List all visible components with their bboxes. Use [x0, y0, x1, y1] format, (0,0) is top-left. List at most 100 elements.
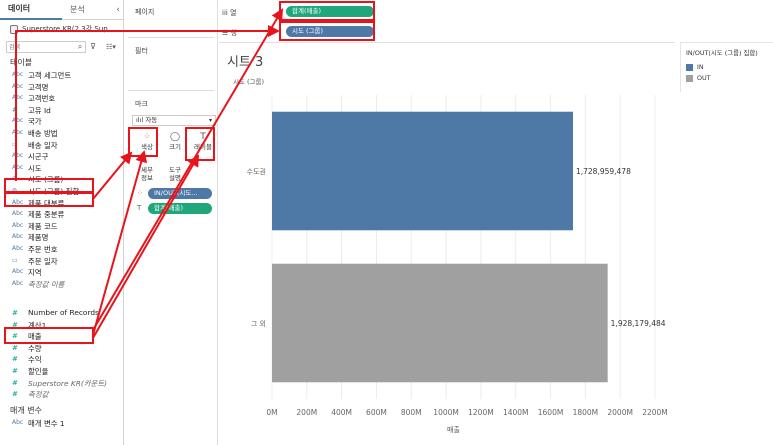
field-item[interactable]: # Number of Records [4, 308, 122, 320]
shelves-column: 페이지 필터 마크 ılıl 자동 ▾ ⁘ 색상 ◯ 크기 T 레이블 세부 정… [124, 0, 218, 445]
text-label-icon: T [137, 204, 142, 212]
field-name: Superstore KR(카운트) [28, 378, 108, 388]
marks-title: 마크 [135, 100, 148, 108]
marks-type-dropdown[interactable]: ılıl 자동 ▾ [132, 115, 216, 126]
field-type-icon: Abc [12, 71, 24, 78]
field-name: 국가 [28, 117, 42, 127]
x-tick-label: 1200M [468, 408, 494, 417]
x-tick-label: 1600M [538, 408, 564, 417]
field-item[interactable]: Abc 제품명 [4, 232, 122, 244]
field-item[interactable]: # 수량 [4, 343, 122, 355]
field-item[interactable]: # 수익 [4, 354, 122, 366]
filters-title: 필터 [135, 47, 148, 55]
color-dots-icon: ⁘ [137, 189, 143, 197]
tab-analysis[interactable]: 분석 [62, 0, 112, 20]
field-name: 고객번호 [28, 94, 56, 104]
legend-swatch [686, 75, 693, 82]
field-type-icon: # [12, 355, 18, 364]
marks-pill-inout[interactable]: IN/OUT(시도... [148, 188, 212, 199]
field-name: 측정값 [28, 390, 49, 400]
field-item[interactable]: Abc 고객명 [4, 82, 122, 94]
datasource-item[interactable]: Superstore KR(2.3강 Sup... [4, 21, 122, 39]
category-label: 수도권 [247, 168, 266, 176]
field-item[interactable]: # 계산1 [4, 320, 122, 332]
field-item[interactable]: # 할인율 [4, 366, 122, 378]
field-type-icon: Abc [12, 419, 24, 426]
bar-chart: 0M 200M 400M 600M 800M 1000M 1200M 1400M 1600M 18… [247, 95, 668, 434]
field-type-icon: # [12, 309, 18, 317]
size-button[interactable]: ◯ 크기 [163, 129, 187, 159]
detail-label: 세부 정보 [141, 166, 153, 182]
parameters-section-title: 매개 변수 [10, 406, 42, 415]
collapse-pane-icon[interactable]: ‹ [112, 0, 124, 20]
field-type-icon: Abc [12, 163, 24, 171]
columns-label: iii 열 [222, 9, 237, 17]
size-circle-icon: ◯ [169, 132, 181, 142]
rows-pill-province-group[interactable]: 시도 (그룹) [286, 26, 374, 37]
field-item[interactable]: Abc 시도 [4, 163, 122, 175]
datasource-label: Superstore KR(2.3강 Sup... [22, 25, 115, 33]
field-item[interactable]: Abc 매개 변수 1 [4, 418, 122, 430]
field-type-icon: Abc [12, 210, 24, 218]
field-type-icon: Abc [12, 279, 24, 287]
field-name: 수익 [28, 355, 42, 365]
field-type-icon: Abc [12, 152, 24, 160]
x-tick-label: 1800M [573, 408, 599, 417]
data-label: 1,728,959,478 [576, 167, 631, 176]
search-input[interactable] [6, 41, 86, 53]
label-label: 레이블 [194, 143, 212, 151]
x-tick-label: 1400M [503, 408, 529, 417]
field-item[interactable]: Abc 고객번호 [4, 93, 122, 105]
field-item[interactable]: ⊘ 시도 (그룹) [4, 174, 122, 186]
field-item[interactable]: Abc 제품 중분류 [4, 209, 122, 221]
filters-card[interactable]: 필터 [128, 43, 214, 91]
pages-title: 페이지 [135, 8, 155, 16]
marks-pill-sales[interactable]: 합계(매출) [148, 203, 212, 214]
columns-pill-sales[interactable]: 합계(매출) [286, 6, 374, 17]
field-item[interactable]: Abc 제품 대분류 [4, 198, 122, 210]
field-item[interactable]: Abc 측정값 이름 [4, 279, 122, 291]
tables-section-title: 테이블 [10, 58, 33, 67]
rows-shelf[interactable]: ☰ 행 시도 (그룹) [218, 24, 773, 40]
text-label-icon: T [200, 132, 206, 142]
field-type-icon: ⊚ [12, 187, 18, 194]
detail-button[interactable]: 세부 정보 [135, 158, 159, 188]
bar [272, 111, 573, 231]
field-name: Number of Records [28, 308, 99, 317]
search-icon[interactable]: ⌕ [75, 41, 85, 53]
filter-icon[interactable]: ⊽ [88, 41, 98, 53]
pages-card[interactable]: 페이지 [128, 4, 214, 38]
field-type-icon: # [12, 390, 18, 399]
field-item[interactable]: Abc 지역 [4, 267, 122, 279]
field-item[interactable]: Abc 시군구 [4, 151, 122, 163]
x-tick-label: 400M [331, 408, 352, 417]
field-item[interactable]: Abc 고객 세그먼트 [4, 70, 122, 82]
field-name: 제품 대분류 [28, 198, 65, 208]
field-item[interactable]: ▭ 배송 일자 [4, 140, 122, 152]
tab-data[interactable]: 데이터 [0, 0, 62, 20]
rows-label: ☰ 행 [222, 29, 237, 37]
field-item[interactable]: # Superstore KR(카운트) [4, 378, 122, 390]
label-button[interactable]: T 레이블 [191, 129, 215, 159]
view-toggle-icon[interactable]: ☷▾ [102, 41, 120, 53]
field-item[interactable]: Abc 주문 번호 [4, 244, 122, 256]
legend-label: OUT [697, 74, 711, 82]
field-item[interactable]: ⊚ 시도 (그룹) 집합 [4, 186, 122, 198]
field-item[interactable]: # 매출 [4, 331, 122, 343]
field-name: 매개 변수 1 [28, 419, 65, 428]
columns-shelf[interactable]: iii 열 합계(매출) [218, 4, 773, 20]
marks-type-value: 자동 [145, 116, 158, 124]
field-type-icon: ▭ [12, 140, 18, 148]
field-item[interactable]: # 측정값 [4, 389, 122, 401]
field-name: 고객명 [28, 82, 49, 92]
field-type-icon: ⊘ [12, 175, 18, 183]
field-item[interactable]: Abc 배송 방법 [4, 128, 122, 140]
field-item[interactable]: ▭ 주문 일자 [4, 256, 122, 268]
field-item[interactable]: Abc 제품 코드 [4, 221, 122, 233]
field-item[interactable]: Abc 국가 [4, 116, 122, 128]
field-name: 시군구 [28, 152, 49, 162]
field-type-icon: Abc [12, 82, 24, 90]
tooltip-button[interactable]: 도구 설명 [163, 158, 187, 188]
color-button[interactable]: ⁘ 색상 [135, 129, 159, 159]
field-item[interactable]: # 고유 Id [4, 105, 122, 117]
